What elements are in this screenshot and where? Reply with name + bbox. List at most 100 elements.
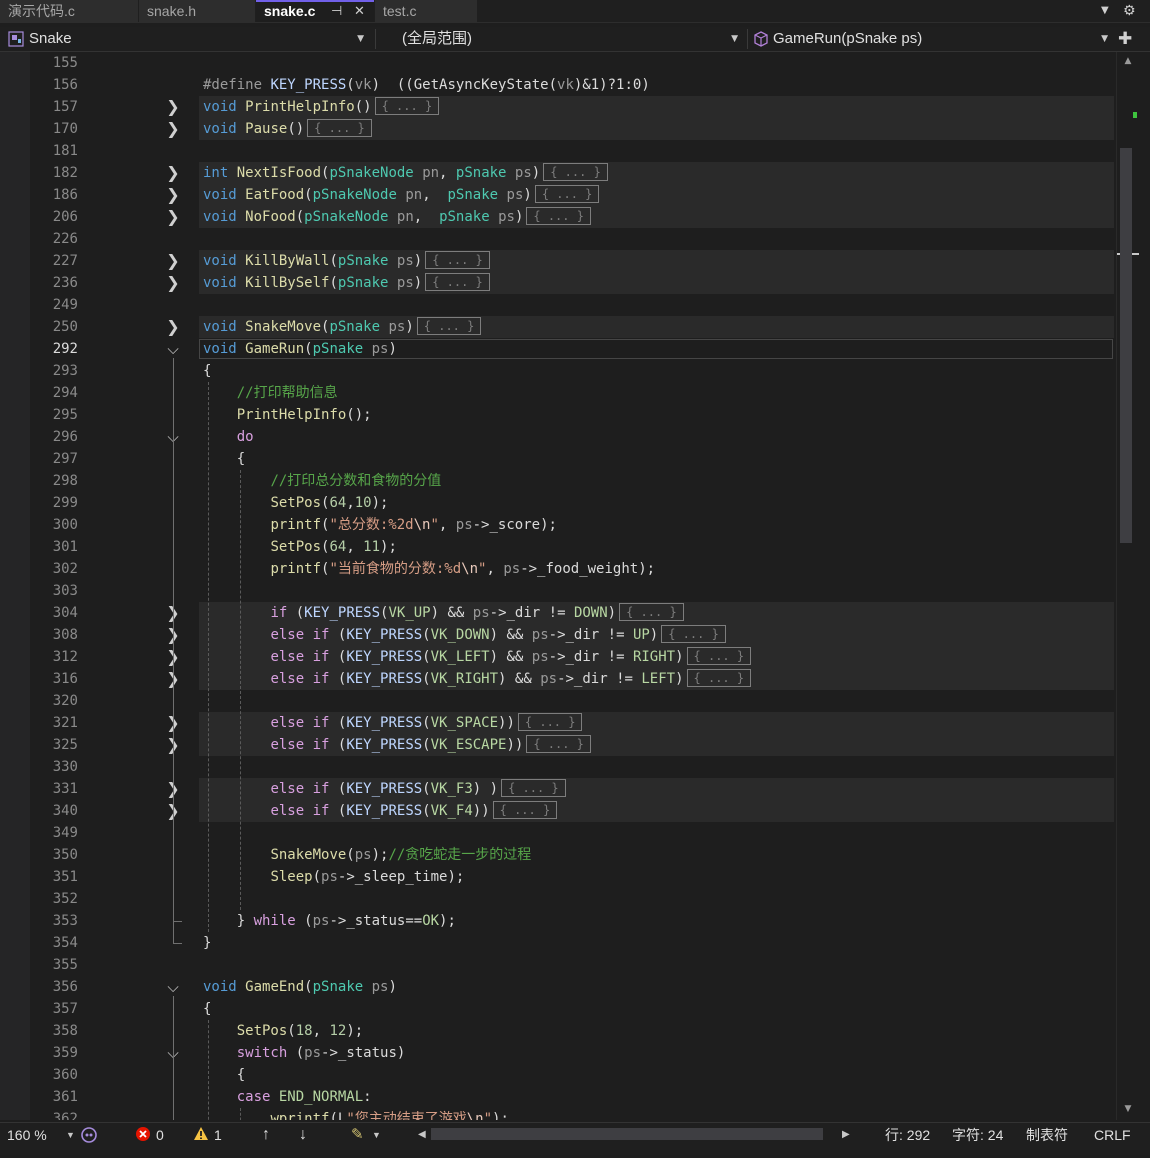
- code-line[interactable]: 295 PrintHelpInfo();: [0, 404, 1116, 426]
- tab-snake-h[interactable]: snake.h: [139, 0, 255, 22]
- code-line[interactable]: 355: [0, 954, 1116, 976]
- code-line[interactable]: 359 ⌵ switch (ps->_status): [0, 1042, 1116, 1064]
- code-line[interactable]: 356 ⌵ void GameEnd(pSnake ps): [0, 976, 1116, 998]
- fold-expand-icon[interactable]: ❯: [163, 118, 183, 140]
- code-line[interactable]: 227 ❯ void KillByWall(pSnake ps){ ... }: [0, 250, 1116, 272]
- code-line[interactable]: 316 ❯ else if (KEY_PRESS(VK_RIGHT) && ps->…: [0, 668, 1116, 690]
- chevron-down-icon[interactable]: ▼: [1101, 0, 1109, 22]
- arrow-down-icon[interactable]: ↓: [299, 1123, 307, 1155]
- collapsed-block-placeholder[interactable]: { ... }: [661, 625, 726, 643]
- code-line[interactable]: 357 {: [0, 998, 1116, 1020]
- split-view-icon[interactable]: ✚: [1118, 28, 1132, 50]
- warning-icon[interactable]: [193, 1126, 209, 1158]
- code-line[interactable]: 349: [0, 822, 1116, 844]
- code-line[interactable]: 226: [0, 228, 1116, 250]
- gear-icon[interactable]: ⚙: [1123, 0, 1136, 22]
- error-icon[interactable]: [135, 1126, 151, 1158]
- code-line[interactable]: 236 ❯ void KillBySelf(pSnake ps){ ... }: [0, 272, 1116, 294]
- project-combo[interactable]: Snake ▼: [6, 27, 370, 51]
- code-line[interactable]: 170 ❯ void Pause(){ ... }: [0, 118, 1116, 140]
- code-line[interactable]: 157 ❯ void PrintHelpInfo(){ ... }: [0, 96, 1116, 118]
- fold-expand-icon[interactable]: ❯: [163, 316, 183, 338]
- code-line[interactable]: 206 ❯ void NoFood(pSnakeNode pn, pSnake ps…: [0, 206, 1116, 228]
- scroll-left-icon[interactable]: ◀: [418, 1123, 426, 1155]
- code-line[interactable]: 301 SetPos(64, 11);: [0, 536, 1116, 558]
- code-line[interactable]: 156 #define KEY_PRESS(vk) ((GetAsyncKeySt…: [0, 74, 1116, 96]
- code-line[interactable]: 321 ❯ else if (KEY_PRESS(VK_SPACE)){ ... }: [0, 712, 1116, 734]
- fold-expand-icon[interactable]: ❯: [163, 162, 183, 184]
- code-line[interactable]: 358 SetPos(18, 12);: [0, 1020, 1116, 1042]
- fold-expand-icon[interactable]: ❯: [163, 96, 183, 118]
- fold-collapse-icon[interactable]: ⌵: [163, 338, 183, 360]
- code-line[interactable]: 181: [0, 140, 1116, 162]
- collapsed-block-placeholder[interactable]: { ... }: [425, 251, 490, 269]
- code-line[interactable]: 325 ❯ else if (KEY_PRESS(VK_ESCAPE)){ ... …: [0, 734, 1116, 756]
- code-line[interactable]: 353} while (ps->_status==OK);: [0, 910, 1116, 932]
- collapsed-block-placeholder[interactable]: { ... }: [526, 735, 591, 753]
- zoom-level[interactable]: 160 %: [7, 1123, 47, 1155]
- code-line[interactable]: 320: [0, 690, 1116, 712]
- collapsed-block-placeholder[interactable]: { ... }: [425, 273, 490, 291]
- code-line[interactable]: 360 {: [0, 1064, 1116, 1086]
- code-line[interactable]: 362 wprintf(L"您主动结束了游戏\n");: [0, 1108, 1116, 1120]
- collapsed-block-placeholder[interactable]: { ... }: [686, 669, 752, 687]
- chevron-down-icon[interactable]: ▼: [66, 1123, 75, 1155]
- fold-expand-icon[interactable]: ❯: [163, 250, 183, 272]
- code-line[interactable]: 297 {: [0, 448, 1116, 470]
- tab-snake-c[interactable]: snake.c ⊣ ✕: [256, 0, 374, 22]
- code-line[interactable]: 304 ❯ if (KEY_PRESS(VK_UP) && ps->_dir != …: [0, 602, 1116, 624]
- chevron-down-icon[interactable]: ▼: [372, 1123, 381, 1155]
- code-line[interactable]: 330: [0, 756, 1116, 778]
- code-line[interactable]: 182 ❯ int NextIsFood(pSnakeNode pn, pSnake…: [0, 162, 1116, 184]
- scroll-right-icon[interactable]: ▶: [842, 1123, 850, 1155]
- code-line[interactable]: 340 ❯ else if (KEY_PRESS(VK_F4)){ ... }: [0, 800, 1116, 822]
- scrollbar-thumb[interactable]: [1120, 148, 1132, 543]
- code-line[interactable]: 351 Sleep(ps->_sleep_time);: [0, 866, 1116, 888]
- fold-expand-icon[interactable]: ❯: [163, 206, 183, 228]
- tab-test-c[interactable]: test.c: [375, 0, 477, 22]
- pin-icon[interactable]: ⊣: [331, 2, 342, 20]
- code-line[interactable]: 298 //打印总分数和食物的分值: [0, 470, 1116, 492]
- collapsed-block-placeholder[interactable]: { ... }: [492, 801, 558, 819]
- arrow-up-icon[interactable]: ↑: [262, 1123, 270, 1155]
- collapsed-block-placeholder[interactable]: { ... }: [543, 163, 608, 181]
- char-indicator[interactable]: 字符: 24: [952, 1123, 1003, 1155]
- collapsed-block-placeholder[interactable]: { ... }: [619, 603, 684, 621]
- tab-indicator[interactable]: 制表符: [1026, 1123, 1068, 1155]
- collapsed-block-placeholder[interactable]: { ... }: [686, 647, 752, 665]
- collapsed-block-placeholder[interactable]: { ... }: [526, 207, 591, 225]
- code-line[interactable]: 352: [0, 888, 1116, 910]
- code-line[interactable]: 354}: [0, 932, 1116, 954]
- vertical-scrollbar[interactable]: ▲ ▼: [1116, 52, 1150, 1120]
- code-line[interactable]: 300 printf("总分数:%2d\n", ps->_score);: [0, 514, 1116, 536]
- error-count[interactable]: 0: [156, 1123, 164, 1155]
- code-line[interactable]: 296 ⌵ do: [0, 426, 1116, 448]
- copilot-icon[interactable]: [80, 1126, 98, 1158]
- collapsed-block-placeholder[interactable]: { ... }: [534, 185, 600, 203]
- close-icon[interactable]: ✕: [354, 2, 365, 20]
- horizontal-scrollbar[interactable]: [431, 1128, 823, 1140]
- tab-demo-code[interactable]: 演示代码.c: [0, 0, 138, 22]
- fold-expand-icon[interactable]: ❯: [163, 272, 183, 294]
- collapsed-block-placeholder[interactable]: { ... }: [416, 317, 482, 335]
- code-line[interactable]: 350 SnakeMove(ps);//贪吃蛇走一步的过程: [0, 844, 1116, 866]
- scroll-up-icon[interactable]: ▲: [1117, 56, 1139, 66]
- code-line[interactable]: 250 ❯ void SnakeMove(pSnake ps){ ... }: [0, 316, 1116, 338]
- warning-count[interactable]: 1: [214, 1123, 222, 1155]
- code-line[interactable]: 308 ❯ else if (KEY_PRESS(VK_DOWN) && ps->_…: [0, 624, 1116, 646]
- code-line[interactable]: 186 ❯ void EatFood(pSnakeNode pn, pSnake p…: [0, 184, 1116, 206]
- code-line[interactable]: 312 ❯ else if (KEY_PRESS(VK_LEFT) && ps->_…: [0, 646, 1116, 668]
- fold-expand-icon[interactable]: ❯: [163, 184, 183, 206]
- collapsed-block-placeholder[interactable]: { ... }: [307, 119, 372, 137]
- code-line[interactable]: 294 //打印帮助信息: [0, 382, 1116, 404]
- code-line[interactable]: 299 SetPos(64,10);: [0, 492, 1116, 514]
- scope-combo[interactable]: (全局范围) ▼: [380, 27, 744, 51]
- code-line[interactable]: 155: [0, 52, 1116, 74]
- code-editor[interactable]: 155 156 #define KEY_PRESS(vk) ((GetAsyncKe…: [0, 52, 1116, 1120]
- collapsed-block-placeholder[interactable]: { ... }: [501, 779, 566, 797]
- eol-indicator[interactable]: CRLF: [1094, 1123, 1131, 1155]
- brush-icon[interactable]: ✎: [351, 1123, 364, 1155]
- code-line[interactable]: 302 printf("当前食物的分数:%d\n", ps->_food_weig…: [0, 558, 1116, 580]
- scroll-down-icon[interactable]: ▼: [1117, 1104, 1139, 1114]
- line-indicator[interactable]: 行: 292: [885, 1123, 930, 1155]
